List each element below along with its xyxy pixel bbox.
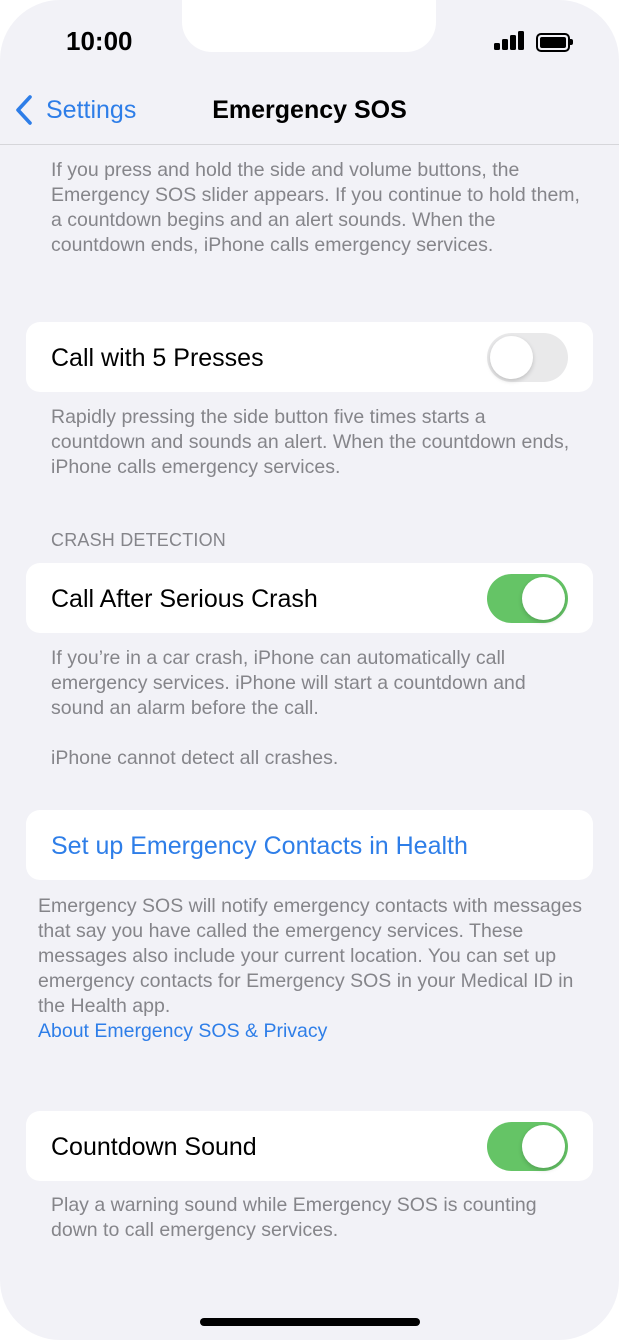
home-indicator[interactable] (200, 1318, 420, 1326)
emergency-contacts-row[interactable]: Set up Emergency Contacts in Health (26, 810, 593, 880)
toggle-knob (522, 1125, 565, 1168)
battery-icon (536, 33, 570, 52)
countdown-sound-footer: Play a warning sound while Emergency SOS… (51, 1194, 537, 1241)
emergency-contacts-link[interactable]: Set up Emergency Contacts in Health (51, 832, 468, 861)
notch (182, 0, 436, 52)
call-with-5-presses-label: Call with 5 Presses (51, 344, 264, 372)
crash-detection-note: iPhone cannot detect all crashes. (51, 747, 339, 769)
call-with-5-presses-footer: Rapidly pressing the side button five ti… (51, 406, 570, 478)
call-after-serious-crash-toggle[interactable] (487, 574, 568, 623)
battery-tip (570, 39, 573, 45)
call-after-serious-crash-row: Call After Serious Crash (26, 563, 593, 633)
toggle-knob (490, 336, 533, 379)
emergency-contacts-footer: Emergency SOS will notify emergency cont… (38, 894, 583, 1044)
cellular-signal-icon (494, 30, 530, 52)
intro-description: If you press and hold the side and volum… (51, 159, 580, 256)
status-time: 10:00 (66, 26, 133, 56)
toggle-knob (522, 577, 565, 620)
back-button[interactable]: Settings (46, 94, 136, 126)
privacy-link[interactable]: About Emergency SOS & Privacy (38, 1020, 327, 1042)
countdown-sound-row: Countdown Sound (26, 1111, 593, 1181)
emergency-contacts-description: Emergency SOS will notify emergency cont… (38, 895, 583, 1017)
countdown-sound-label: Countdown Sound (51, 1133, 257, 1161)
countdown-sound-toggle[interactable] (487, 1122, 568, 1171)
call-after-serious-crash-label: Call After Serious Crash (51, 585, 318, 613)
call-with-5-presses-row: Call with 5 Presses (26, 322, 593, 392)
crash-detection-header: CRASH DETECTION (51, 530, 227, 550)
crash-detection-footer: If you’re in a car crash, iPhone can aut… (51, 647, 526, 719)
phone-screen: 10:00 Emergency SOS Settings If you pres… (0, 0, 619, 1340)
call-with-5-presses-toggle[interactable] (487, 333, 568, 382)
status-icons (494, 30, 574, 52)
